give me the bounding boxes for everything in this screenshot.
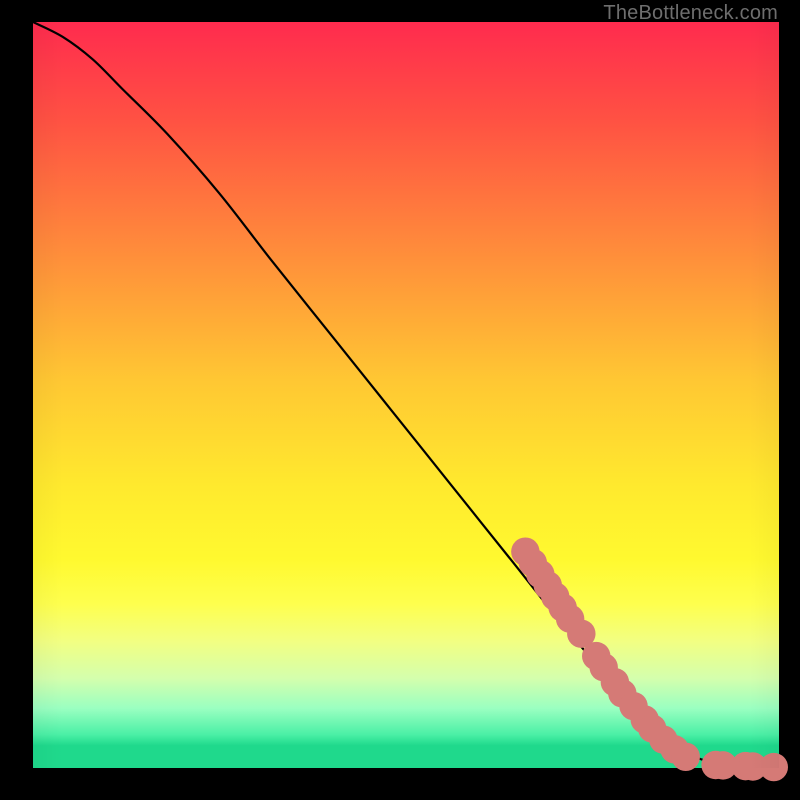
highlighted-markers (511, 537, 788, 781)
marker-point (672, 743, 700, 771)
chart-frame: TheBottleneck.com (0, 0, 800, 800)
attribution-text: TheBottleneck.com (603, 2, 778, 25)
curve-svg (33, 22, 779, 768)
bottleneck-curve (33, 22, 779, 767)
plot-area (33, 22, 779, 768)
marker-point (760, 753, 788, 781)
